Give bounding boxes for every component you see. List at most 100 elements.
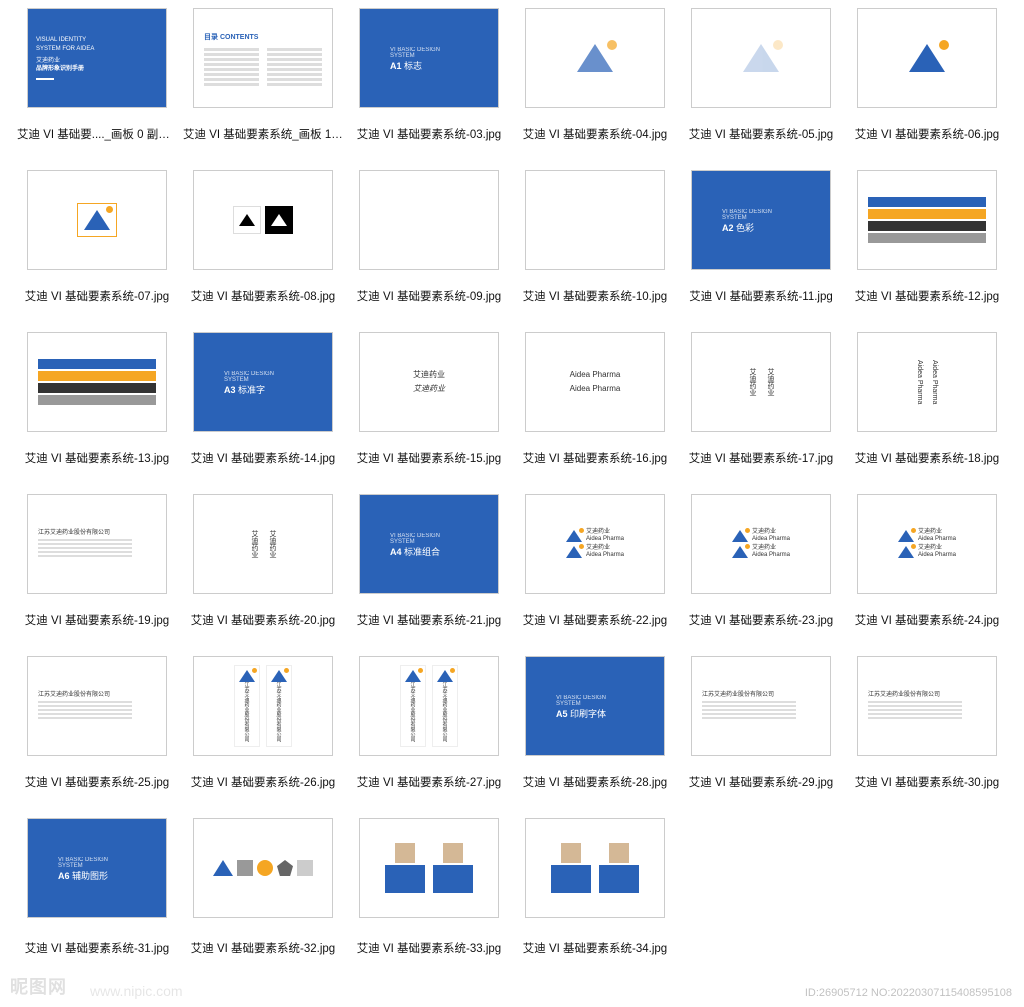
file-item[interactable]: 目录 CONTENTS 艾迪 VI 基础要素系统_画板 1.jpg: [180, 8, 346, 142]
file-item[interactable]: 艾迪 VI 基础要素系统-10.jpg: [512, 170, 678, 304]
file-item[interactable]: VI BASIC DESIGNSYSTEM A3 标准字艾迪 VI 基础要素系统…: [180, 332, 346, 466]
thumbnail[interactable]: 艾迪药业Aidea Pharma 艾迪药业Aidea Pharma: [525, 494, 665, 594]
file-caption: 艾迪 VI 基础要素系统-06.jpg: [855, 126, 999, 142]
file-item[interactable]: 艾迪 VI 基础要素系统-32.jpg: [180, 818, 346, 952]
file-item[interactable]: VI BASIC DESIGNSYSTEM A6 辅助图形艾迪 VI 基础要素系…: [14, 818, 180, 952]
file-caption: 艾迪 VI 基础要素系统-21.jpg: [357, 612, 501, 628]
logo-lockup: 艾迪药业Aidea Pharma 艾迪药业Aidea Pharma: [732, 527, 790, 562]
file-item[interactable]: 艾迪 VI 基础要素系统-13.jpg: [14, 332, 180, 466]
file-caption: 艾迪 VI 基础要素系统-33.jpg: [357, 940, 501, 956]
thumbnail[interactable]: VI BASIC DESIGNSYSTEM A6 辅助图形: [27, 818, 167, 918]
file-item[interactable]: 艾迪药业Aidea Pharma 艾迪药业Aidea Pharma艾迪 VI 基…: [512, 494, 678, 628]
typeface-sample: Aidea PharmaAidea Pharma: [570, 368, 621, 397]
file-item[interactable]: Aidea PharmaAidea Pharma 艾迪 VI 基础要素系统-18.…: [844, 332, 1010, 466]
text-paragraph: 江苏艾迪药业股份有限公司: [692, 687, 830, 725]
file-item[interactable]: 艾迪 VI 基础要素系统-07.jpg: [14, 170, 180, 304]
section-sub: VI BASIC DESIGNSYSTEM: [58, 857, 166, 869]
logo-grid: [421, 199, 437, 241]
thumbnail[interactable]: VI BASIC DESIGNSYSTEM A4 标准组合: [359, 494, 499, 594]
logo-bw-variants: [233, 206, 293, 234]
file-item[interactable]: 江苏艾迪药业股份有限公司 艾迪 VI 基础要素系统-25.jpg: [14, 656, 180, 790]
thumbnail[interactable]: 艾迪药业艾迪药业: [691, 332, 831, 432]
vertical-type-cn: 艾迪药业艾迪药业: [743, 368, 779, 396]
thumbnail[interactable]: [525, 818, 665, 918]
file-item[interactable]: VI BASIC DESIGNSYSTEM A1 标志艾迪 VI 基础要素系统-…: [346, 8, 512, 142]
thumbnail[interactable]: VI BASIC DESIGNSYSTEM A1 标志: [359, 8, 499, 108]
file-item[interactable]: 艾迪 VI 基础要素系统-09.jpg: [346, 170, 512, 304]
thumbnail[interactable]: [857, 8, 997, 108]
file-item[interactable]: 江苏艾迪药业股份有限公司 艾迪 VI 基础要素系统-19.jpg: [14, 494, 180, 628]
file-item[interactable]: 艾迪 VI 基础要素系统-12.jpg: [844, 170, 1010, 304]
thumbnail[interactable]: 江苏艾迪药业股份有限公司: [857, 656, 997, 756]
thumbnail[interactable]: 艾迪药业艾迪药业: [193, 494, 333, 594]
thumbnail[interactable]: [27, 170, 167, 270]
thumbnail[interactable]: [27, 332, 167, 432]
file-item[interactable]: 艾迪 VI 基础要素系统-08.jpg: [180, 170, 346, 304]
thumbnail[interactable]: VISUAL IDENTITYSYSTEM FOR AIDEA 艾迪药业 品牌形…: [27, 8, 167, 108]
file-item[interactable]: 江苏艾迪药业股份有限公司 艾迪 VI 基础要素系统-30.jpg: [844, 656, 1010, 790]
file-item[interactable]: 艾迪 VI 基础要素系统-34.jpg: [512, 818, 678, 952]
section-sub: VI BASIC DESIGNSYSTEM: [390, 533, 498, 545]
thumbnail[interactable]: VI BASIC DESIGNSYSTEM A3 标准字: [193, 332, 333, 432]
thumbnail[interactable]: 江苏艾迪药业股份有限公司: [27, 494, 167, 594]
logo-boxed: [77, 203, 117, 237]
file-caption: 艾迪 VI 基础要素系统-34.jpg: [523, 940, 667, 956]
file-item[interactable]: 艾迪 VI 基础要素系统-06.jpg: [844, 8, 1010, 142]
thumbnail[interactable]: 目录 CONTENTS: [193, 8, 333, 108]
thumbnail[interactable]: [193, 818, 333, 918]
file-item[interactable]: 艾迪 VI 基础要素系统-33.jpg: [346, 818, 512, 952]
file-caption: 艾迪 VI 基础要素系统-24.jpg: [855, 612, 999, 628]
thumbnail[interactable]: [525, 8, 665, 108]
file-item[interactable]: 艾迪药业Aidea Pharma 艾迪药业Aidea Pharma艾迪 VI 基…: [678, 494, 844, 628]
file-item[interactable]: Aidea PharmaAidea Pharma艾迪 VI 基础要素系统-16.…: [512, 332, 678, 466]
file-item[interactable]: VI BASIC DESIGNSYSTEM A2 色彩艾迪 VI 基础要素系统-…: [678, 170, 844, 304]
section-sub: VI BASIC DESIGNSYSTEM: [224, 371, 332, 383]
thumbnail[interactable]: 江苏艾迪药业股份有限公司: [27, 656, 167, 756]
file-caption: 艾迪 VI 基础要素系统-13.jpg: [25, 450, 169, 466]
logo-grid: [587, 199, 603, 241]
file-item[interactable]: VISUAL IDENTITYSYSTEM FOR AIDEA 艾迪药业 品牌形…: [14, 8, 180, 142]
thumbnail[interactable]: [359, 818, 499, 918]
file-caption: 艾迪 VI 基础要素系统-27.jpg: [357, 774, 501, 790]
file-caption: 艾迪 VI 基础要素系统-10.jpg: [523, 288, 667, 304]
file-item[interactable]: 艾迪 VI 基础要素系统-04.jpg: [512, 8, 678, 142]
file-item[interactable]: 艾迪药业Aidea Pharma 艾迪药业Aidea Pharma 艾迪 VI 基…: [844, 494, 1010, 628]
thumbnail[interactable]: [525, 170, 665, 270]
file-item[interactable]: 江苏艾迪药业股份有限公司 江苏艾迪药业股份有限公司艾迪 VI 基础要素系统-26…: [180, 656, 346, 790]
file-caption: 艾迪 VI 基础要素系统-26.jpg: [191, 774, 335, 790]
thumbnail[interactable]: Aidea PharmaAidea Pharma: [857, 332, 997, 432]
thumbnail[interactable]: 艾迪药业Aidea Pharma 艾迪药业Aidea Pharma: [691, 494, 831, 594]
thumbnail[interactable]: 江苏艾迪药业股份有限公司 江苏艾迪药业股份有限公司: [359, 656, 499, 756]
thumbnail[interactable]: [691, 8, 831, 108]
file-item[interactable]: 江苏艾迪药业股份有限公司 江苏艾迪药业股份有限公司艾迪 VI 基础要素系统-27…: [346, 656, 512, 790]
file-caption: 艾迪 VI 基础要素系统-11.jpg: [689, 288, 833, 304]
cover-text: VISUAL IDENTITYSYSTEM FOR AIDEA 艾迪药业 品牌形…: [28, 36, 166, 80]
file-item[interactable]: 艾迪药业艾迪药业艾迪 VI 基础要素系统-15.jpg: [346, 332, 512, 466]
file-item[interactable]: VI BASIC DESIGNSYSTEM A4 标准组合艾迪 VI 基础要素系…: [346, 494, 512, 628]
vertical-type-cn: 艾迪药业艾迪药业: [245, 530, 281, 558]
file-item[interactable]: VI BASIC DESIGNSYSTEM A5 印刷字体艾迪 VI 基础要素系…: [512, 656, 678, 790]
file-item[interactable]: 艾迪药业艾迪药业艾迪 VI 基础要素系统-17.jpg: [678, 332, 844, 466]
thumbnail[interactable]: 江苏艾迪药业股份有限公司 江苏艾迪药业股份有限公司: [193, 656, 333, 756]
thumbnail[interactable]: [359, 170, 499, 270]
file-caption: 艾迪 VI 基础要素系统-08.jpg: [191, 288, 335, 304]
section-label: A4 标准组合: [390, 545, 498, 558]
file-item[interactable]: 艾迪 VI 基础要素系统-05.jpg: [678, 8, 844, 142]
shape-row: [213, 860, 313, 876]
file-item[interactable]: 艾迪药业艾迪药业艾迪 VI 基础要素系统-20.jpg: [180, 494, 346, 628]
text-paragraph: 江苏艾迪药业股份有限公司: [858, 687, 996, 725]
file-item[interactable]: 江苏艾迪药业股份有限公司 艾迪 VI 基础要素系统-29.jpg: [678, 656, 844, 790]
thumbnail[interactable]: [193, 170, 333, 270]
text-paragraph: 江苏艾迪药业股份有限公司: [28, 525, 166, 563]
thumbnail[interactable]: Aidea PharmaAidea Pharma: [525, 332, 665, 432]
thumbnail[interactable]: 艾迪药业Aidea Pharma 艾迪药业Aidea Pharma: [857, 494, 997, 594]
image-meta: ID:26905712 NO:20220307115408595108: [805, 987, 1012, 999]
thumbnail[interactable]: [857, 170, 997, 270]
thumbnail[interactable]: VI BASIC DESIGNSYSTEM A2 色彩: [691, 170, 831, 270]
thumbnail[interactable]: 艾迪药业艾迪药业: [359, 332, 499, 432]
file-caption: 艾迪 VI 基础要素系统-18.jpg: [855, 450, 999, 466]
file-caption: 艾迪 VI 基础要素系统-14.jpg: [191, 450, 335, 466]
thumbnail[interactable]: 江苏艾迪药业股份有限公司: [691, 656, 831, 756]
thumbnail[interactable]: VI BASIC DESIGNSYSTEM A5 印刷字体: [525, 656, 665, 756]
file-caption: 艾迪 VI 基础要素系统-25.jpg: [25, 774, 169, 790]
